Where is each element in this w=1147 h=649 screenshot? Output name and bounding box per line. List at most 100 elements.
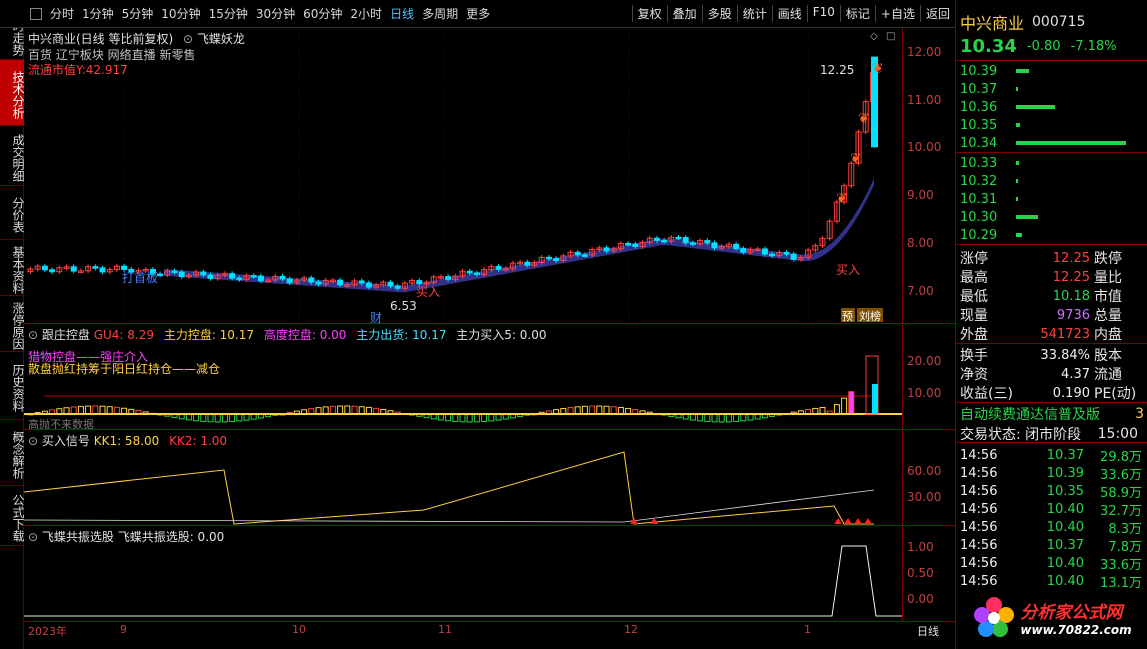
- sell-level-price-0: 10.39: [960, 63, 998, 79]
- stat-value-4: 541723: [1040, 326, 1090, 342]
- stat-key2-2: 市值: [1094, 289, 1122, 305]
- period-1[interactable]: 1分钟: [78, 5, 118, 22]
- left-tab-8[interactable]: 公式下载: [0, 486, 25, 546]
- market-cap-label: 流通市值Y:42.917: [28, 63, 128, 77]
- tool-button-7[interactable]: +自选: [874, 5, 920, 22]
- buy-level-volume-bar-0: [1016, 161, 1019, 165]
- formula-settings-icon[interactable]: ⊙: [183, 32, 193, 46]
- stat-key-3: 现量: [960, 308, 988, 324]
- tool-button-1[interactable]: 叠加: [666, 5, 702, 22]
- period-3[interactable]: 10分钟: [157, 5, 204, 22]
- candle-body-9: [92, 266, 99, 269]
- candlestick-chart[interactable]: 12.256.53打首板买入买入财预刘榜❦❦❦❦: [24, 28, 902, 324]
- period-0[interactable]: 分时: [46, 5, 78, 22]
- tool-button-6[interactable]: 标记: [839, 5, 875, 22]
- stat-key2-1: 量比: [1094, 270, 1122, 286]
- stat-value-0: 12.25: [1052, 250, 1090, 266]
- sell-level-row-0: 10.39: [956, 62, 1147, 80]
- trade-status: 交易状态: 闭市阶段: [960, 427, 1082, 443]
- tick-volume-5: 7.8万: [1108, 540, 1142, 555]
- candle-body-58: [445, 276, 452, 280]
- control-indicator-field-1: 主力控盘: 10.17: [163, 328, 258, 342]
- period-9[interactable]: 多周期: [418, 5, 462, 22]
- stat-key-4: 外盘: [960, 327, 988, 343]
- notice-row[interactable]: 自动续费通达信普及版 3: [956, 404, 1147, 424]
- control-bar-8: [85, 405, 92, 415]
- resonance-name: 飞蝶共振选股: [41, 530, 118, 544]
- tool-button-4[interactable]: 画线: [771, 5, 807, 22]
- toolbar-checkbox[interactable]: [30, 7, 42, 20]
- butterfly-marker-2: ❦: [858, 111, 870, 127]
- indicator-pane-control[interactable]: ⊙ 跟庄控盘 GU4: 8.29 主力控盘: 10.17 高度控盘: 0.00 …: [24, 324, 955, 431]
- indicator-pane-buy-signal[interactable]: ⊙ 买入信号 KK1: 58.00 KK2: 1.00 60.00 30.00: [24, 430, 955, 526]
- tool-button-2[interactable]: 多股: [701, 5, 737, 22]
- tick-price-0: 10.37: [1046, 448, 1084, 463]
- buy-level-price-0: 10.33: [960, 155, 998, 171]
- tick-volume-4: 8.3万: [1108, 522, 1142, 537]
- trend-band: [164, 178, 874, 293]
- chart-title: 中兴商业(日线 等比前复权): [28, 32, 174, 46]
- period-8[interactable]: 日线: [386, 5, 418, 22]
- control-bar-23: [193, 413, 200, 422]
- period-10[interactable]: 更多: [462, 5, 494, 22]
- buy-signal-marker-4: [854, 518, 862, 524]
- high-value-label: 12.25: [820, 63, 854, 77]
- sell-level-volume-bar-3: [1016, 123, 1020, 127]
- period-2[interactable]: 5分钟: [118, 5, 158, 22]
- control-bar-27: [221, 413, 228, 423]
- period-6[interactable]: 60分钟: [299, 5, 346, 22]
- tool-button-5[interactable]: F10: [806, 5, 840, 22]
- control-bar-76: [574, 406, 581, 415]
- stat2-row-0: 换手 33.84% 股本: [956, 345, 1147, 365]
- candle-body-28: [229, 273, 236, 279]
- candle-body-76: [574, 251, 581, 256]
- left-tab-1[interactable]: 技术分析: [0, 60, 25, 126]
- period-5[interactable]: 30分钟: [252, 5, 299, 22]
- logo-text: 分析家公式网: [1020, 602, 1123, 623]
- candle-body-84: [632, 243, 639, 247]
- tick-time-3: 14:56: [960, 502, 998, 517]
- tick-time-5: 14:56: [960, 538, 998, 553]
- left-tab-7[interactable]: 概念解析: [0, 420, 25, 486]
- date-tick-4: 12: [624, 623, 638, 636]
- site-logo: 分析家公式网 www.70822.com: [956, 585, 1147, 649]
- tick-row-0: 14:56 10.37 29.8万: [956, 446, 1147, 465]
- sell-level-volume-bar-0: [1016, 69, 1029, 73]
- candle-body-83: [625, 242, 632, 246]
- tool-button-3[interactable]: 统计: [736, 5, 772, 22]
- stat-row-4: 外盘 541723 内盘: [956, 324, 1147, 344]
- buy-signal-marker-3: [844, 518, 852, 524]
- toolbar-tools: 复权 叠加 多股 统计 画线 F10 标记 +自选 返回: [631, 5, 955, 22]
- buy-level-volume-bar-3: [1016, 215, 1038, 219]
- left-tab-2[interactable]: 成交明细: [0, 126, 25, 186]
- left-tab-5[interactable]: 涨停原因: [0, 296, 25, 352]
- sell-level-price-2: 10.36: [960, 99, 998, 115]
- main-chart-pane[interactable]: 12.25 6.53 打首板 买入 买入财预刘榜 ❦ ❦ ❦ ❦ 中兴商业(日线 等比前复权) …: [24, 28, 955, 324]
- left-tab-4[interactable]: 基本资料: [0, 240, 25, 296]
- candle-body-29: [236, 277, 243, 281]
- period-4[interactable]: 15分钟: [205, 5, 252, 22]
- trade-time: 15:00: [1097, 426, 1138, 442]
- control-indicator-field-2: 高度控盘: 0.00: [263, 328, 351, 342]
- stock-name-row: 中兴商业 000715: [956, 10, 1147, 34]
- sell-level-row-1: 10.37: [956, 80, 1147, 98]
- candle-body-91: [682, 237, 689, 244]
- left-tab-3[interactable]: 分价表: [0, 186, 25, 240]
- stat2-key-1: 净资: [960, 367, 988, 383]
- stat-row-0: 涨停 12.25 跌停: [956, 248, 1147, 268]
- candle-body-73: [553, 258, 560, 261]
- candle-body-87: [653, 237, 660, 241]
- stat-key2-3: 总量: [1094, 308, 1122, 324]
- pane-expand-icon[interactable]: ◇: [870, 31, 878, 42]
- sep-5: [956, 402, 1147, 403]
- left-tab-6[interactable]: 历史资料: [0, 352, 25, 420]
- candle-body-106: [790, 253, 797, 260]
- tool-button-8[interactable]: 返回: [919, 5, 955, 22]
- sell-level-volume-bar-1: [1016, 87, 1018, 91]
- period-7[interactable]: 2小时: [346, 5, 386, 22]
- tool-button-0[interactable]: 复权: [631, 5, 667, 22]
- candle-body-54: [416, 280, 423, 285]
- pane-close-icon[interactable]: □: [886, 31, 895, 42]
- indicator-pane-resonance[interactable]: ⊙ 飞蝶共振选股 飞蝶共振选股: 0.00 1.00 0.50 0.00: [24, 526, 955, 621]
- candle-body-36: [286, 278, 293, 284]
